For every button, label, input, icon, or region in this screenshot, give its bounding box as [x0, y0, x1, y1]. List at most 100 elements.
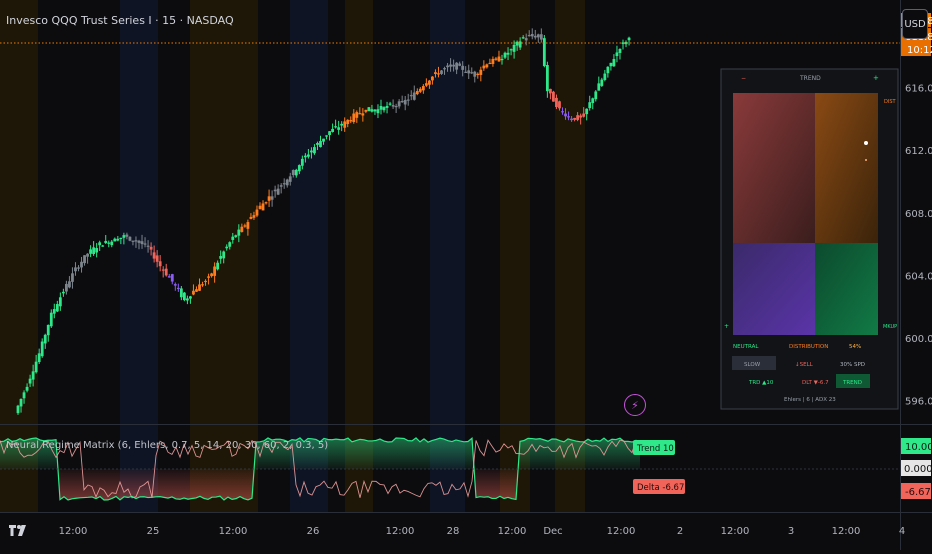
candle-body [394, 106, 398, 108]
candle-body [500, 58, 504, 61]
currency-button[interactable]: USD [902, 9, 928, 39]
quadrant-top-left [733, 93, 815, 243]
candle-body [176, 287, 180, 290]
price-tick-label: 596.00 [905, 397, 932, 408]
slow-label: SLOW [744, 362, 761, 368]
zero-axis-label: 0.0000 [904, 464, 932, 475]
candle-body [143, 243, 147, 245]
neutral-label: NEUTRAL [733, 344, 759, 350]
candle-body [279, 185, 283, 187]
candle-body [536, 34, 540, 38]
candle-body [364, 109, 368, 112]
time-tick-label: 2 [677, 526, 683, 537]
mkup-label: MKUP [883, 324, 897, 330]
candle-body [415, 91, 419, 95]
price-tick-label: 600.00 [905, 334, 932, 345]
candle-body [77, 267, 80, 269]
candle-body [140, 241, 144, 245]
regime-dot [864, 141, 868, 145]
candle-body [594, 91, 598, 100]
candle-body [606, 66, 610, 74]
candle-body [297, 165, 301, 172]
candle-body [131, 240, 135, 242]
candle-body [418, 88, 422, 92]
candle-body [155, 255, 159, 262]
candle-body [210, 273, 213, 277]
candle-body [83, 255, 86, 264]
speed-label: 30% SPD [840, 362, 865, 368]
candle-body [74, 267, 77, 272]
candle-body [319, 141, 322, 148]
candle-body [530, 33, 534, 37]
candle-body [452, 64, 455, 67]
candle-body [28, 378, 32, 384]
candle-body [288, 176, 292, 182]
delta-axis-label: -6.67 [905, 487, 931, 498]
candle-body [71, 273, 74, 282]
candle-body [149, 246, 153, 250]
candle-body [385, 105, 389, 108]
candle-body [234, 235, 238, 237]
candle-body [509, 49, 513, 51]
session-band [0, 0, 38, 512]
candle-body [119, 237, 123, 240]
candle-body [443, 68, 446, 70]
time-tick-label: 12:00 [59, 526, 88, 537]
candle-body [19, 398, 23, 407]
candle-body [316, 143, 319, 145]
candle-body [261, 203, 265, 211]
candle-body [612, 59, 616, 67]
dist-label: DIST [884, 99, 896, 105]
candle-body [186, 298, 189, 301]
candle-body [618, 48, 622, 53]
candle-body [207, 276, 210, 278]
candle-body [61, 291, 65, 294]
chart-stage: 596.00600.00604.00608.00612.00616.00618.… [0, 0, 932, 550]
panel-plus: + [873, 74, 879, 82]
candle-body [406, 99, 410, 101]
candle-body [37, 353, 41, 363]
candle-body [179, 288, 183, 298]
regime-panel: − TREND + DIST MKUP + NEUTRAL DISTRIBUTION 54% SL… [720, 68, 899, 410]
candle-body [388, 103, 392, 105]
candle-body [213, 266, 217, 276]
candle-body [25, 386, 29, 391]
candle-body [379, 106, 383, 110]
candle-body [65, 283, 68, 292]
candle-body [582, 113, 586, 117]
candle-body [600, 79, 604, 86]
session-band [290, 0, 328, 512]
candle-body [313, 147, 316, 154]
candle-body [216, 262, 220, 270]
indicator-title[interactable]: Neural Regime Matrix (6, Ehlers, 0.7, 5,… [6, 440, 328, 451]
candle-body [322, 138, 325, 142]
candle-body [579, 115, 583, 118]
candle-body [116, 238, 120, 241]
time-tick-label: 25 [147, 526, 160, 537]
chart-svg[interactable]: 596.00600.00604.00608.00612.00616.00618.… [0, 0, 932, 550]
candle-body [68, 281, 71, 288]
candle-body [113, 238, 117, 242]
candle-body [310, 150, 313, 153]
candle-body [167, 276, 171, 278]
candle-body [376, 109, 380, 114]
candle-body [449, 64, 452, 67]
session-band [345, 0, 373, 512]
candle-body [303, 155, 307, 158]
session-band [555, 0, 585, 512]
lightning-icon[interactable]: ⚡ [624, 394, 646, 416]
price-tick-label: 604.00 [905, 271, 932, 282]
candle-body [95, 248, 99, 253]
tradingview-logo-icon[interactable] [8, 523, 28, 537]
candle-body [573, 117, 576, 120]
candle-body [152, 252, 156, 259]
panel-footer: Ehlers | 6 | ADX 23 [784, 397, 836, 403]
candle-body [370, 109, 374, 112]
candle-body [467, 70, 471, 74]
symbol-title[interactable]: Invesco QQQ Trust Series I · 15 · NASDAQ [6, 14, 234, 27]
time-tick-label: 12:00 [498, 526, 527, 537]
candle-body [122, 235, 126, 238]
candle-body [527, 35, 531, 37]
candle-body [291, 170, 295, 176]
candle-body [428, 80, 431, 85]
